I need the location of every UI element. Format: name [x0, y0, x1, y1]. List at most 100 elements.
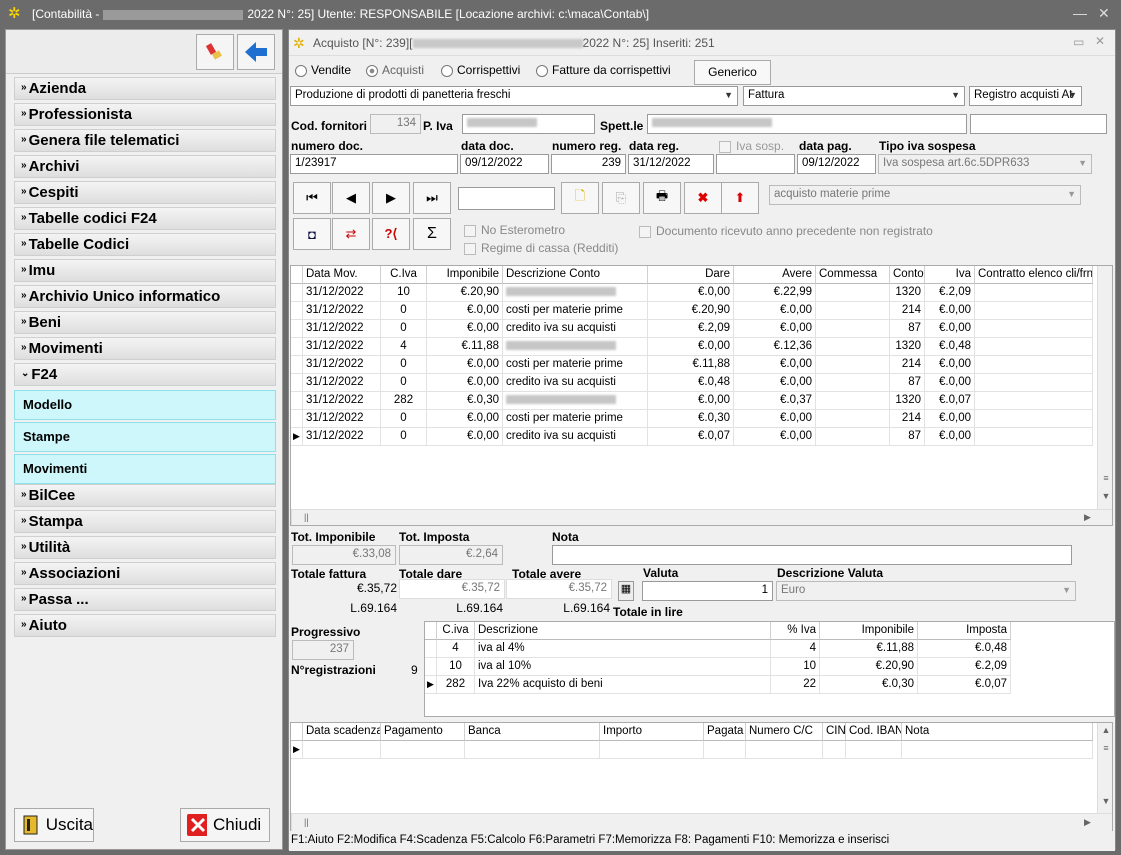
new-record-button[interactable]: 🗋 [561, 182, 599, 214]
close-window-icon[interactable]: ✕ [1098, 5, 1110, 22]
scroll-right-icon[interactable]: ▶ [1084, 512, 1091, 523]
sidebar-item-3[interactable]: » Archivi [14, 155, 276, 178]
column-header[interactable]: C.Iva [381, 266, 427, 284]
next-record-button[interactable]: ▶ [372, 182, 410, 214]
sidebar-item-after-0[interactable]: » BilCee [14, 484, 276, 507]
no-esterometro-checkbox[interactable]: No Esterometro [464, 223, 565, 237]
up-arrow-button[interactable]: ⬆ [721, 182, 759, 214]
column-header[interactable]: Iva [925, 266, 975, 284]
sidebar-item-after-2[interactable]: » Utilità [14, 536, 276, 559]
close-button[interactable]: Chiudi [180, 808, 270, 842]
register-select[interactable]: Registro acquisti At [969, 86, 1082, 106]
sidebar-item-after-5[interactable]: » Aiuto [14, 614, 276, 637]
column-header[interactable]: Descrizione Conto [503, 266, 648, 284]
column-header[interactable]: Descrizione [475, 622, 771, 640]
scroll-down-icon[interactable]: ▼ [1098, 491, 1112, 501]
search-record-field[interactable] [458, 187, 555, 210]
payments-hscroll[interactable]: || ▶ [291, 813, 1112, 831]
column-header[interactable]: Imponibile [427, 266, 503, 284]
activity-select[interactable]: Produzione di prodotti di panetteria fre… [290, 86, 738, 106]
cod-fornitori-field[interactable]: 134 [370, 114, 421, 134]
sum-button[interactable]: Σ [413, 218, 451, 250]
sidebar-item-10[interactable]: » Movimenti [14, 337, 276, 360]
column-header[interactable]: Imponibile [820, 622, 918, 640]
brush-button[interactable] [196, 34, 234, 70]
data-pag-field[interactable]: 09/12/2022 [797, 154, 876, 174]
scroll-right-icon[interactable]: ▶ [1084, 817, 1091, 828]
sidebar-item-7[interactable]: » Imu [14, 259, 276, 282]
movements-vscroll[interactable]: ≡ ▼ [1097, 266, 1112, 509]
nota-field[interactable] [552, 545, 1072, 565]
progressivo-field[interactable]: 237 [292, 640, 354, 660]
column-header[interactable]: Conto [890, 266, 925, 284]
regime-cassa-checkbox[interactable]: Regime di cassa (Redditi) [464, 241, 618, 255]
prev-record-button[interactable]: ◀ [332, 182, 370, 214]
hscroll-thumb[interactable]: || [304, 512, 309, 522]
sidebar-item-6[interactable]: » Tabelle Codici [14, 233, 276, 256]
causale-select[interactable]: acquisto materie prime [769, 185, 1081, 205]
iva-sosp-checkbox[interactable]: Iva sosp. [719, 139, 784, 153]
payments-vscroll[interactable]: ▲ ≡ ▼ [1097, 723, 1112, 813]
sidebar-item-9[interactable]: » Beni [14, 311, 276, 334]
column-header[interactable]: % Iva [771, 622, 820, 640]
supplier-extra-field[interactable] [970, 114, 1107, 134]
minimize-icon[interactable]: — [1073, 5, 1087, 21]
hscroll-thumb[interactable]: || [304, 817, 309, 827]
first-record-button[interactable]: ⏮ [293, 182, 331, 214]
column-header[interactable]: Dare [648, 266, 734, 284]
square-button[interactable]: ◘ [293, 218, 331, 250]
calculator-button[interactable]: ▦ [618, 581, 634, 601]
help-button[interactable]: ?⟨ [372, 218, 410, 250]
column-header[interactable]: Pagata [704, 723, 746, 741]
column-header[interactable]: Avere [734, 266, 816, 284]
sidebar-item-4[interactable]: » Cespiti [14, 181, 276, 204]
exit-button[interactable]: Uscita [14, 808, 94, 842]
numero-doc-field[interactable]: 1/23917 [290, 154, 458, 174]
close-form-icon[interactable]: ✕ [1095, 34, 1105, 48]
column-header[interactable]: Cod. IBAN [846, 723, 902, 741]
sidebar-item-after-3[interactable]: » Associazioni [14, 562, 276, 585]
doc-type-select[interactable]: Fattura [743, 86, 965, 106]
sidebar-item-11[interactable]: ⌄ F24 [14, 363, 276, 386]
radio-purchases[interactable]: Acquisti [366, 63, 424, 77]
sidebar-subitem-1[interactable]: Stampe [14, 422, 276, 452]
sidebar-item-8[interactable]: » Archivio Unico informatico [14, 285, 276, 308]
sidebar-item-2[interactable]: » Genera file telematici [14, 129, 276, 152]
movements-hscroll[interactable]: || ▶ [291, 509, 1112, 525]
generic-button[interactable]: Generico [694, 60, 771, 85]
column-header[interactable]: Nota [902, 723, 1093, 741]
column-header[interactable]: Commessa [816, 266, 890, 284]
column-header[interactable]: Banca [465, 723, 600, 741]
print-button[interactable]: 🖶 [643, 182, 681, 214]
tot-imponibile-field[interactable]: €.33,08 [292, 545, 396, 565]
restore-icon[interactable]: ▭ [1073, 35, 1084, 49]
iva-sosp-field[interactable] [716, 154, 795, 174]
column-header[interactable]: C.iva [437, 622, 475, 640]
copy-button[interactable]: ⎘ [602, 182, 640, 214]
sidebar-item-0[interactable]: » Azienda [14, 77, 276, 100]
sidebar-subitem-0[interactable]: Modello [14, 390, 276, 420]
column-header[interactable]: Importo [600, 723, 704, 741]
column-header[interactable]: CIN [823, 723, 846, 741]
tot-imposta-field[interactable]: €.2,64 [399, 545, 503, 565]
numero-reg-field[interactable]: 239 [551, 154, 626, 174]
column-header[interactable]: Contratto elenco cli/frn [975, 266, 1093, 284]
sidebar-item-after-4[interactable]: » Passa ... [14, 588, 276, 611]
back-button[interactable] [237, 34, 275, 70]
column-header[interactable]: Data Mov. [303, 266, 381, 284]
transfer-button[interactable]: ⇄ [332, 218, 370, 250]
desc-valuta-select[interactable]: Euro [776, 581, 1076, 601]
doc-ricevuto-checkbox[interactable]: Documento ricevuto anno precedente non r… [639, 224, 933, 238]
radio-fatture-corrispettivi[interactable]: Fatture da corrispettivi [536, 63, 671, 77]
delete-button[interactable]: ✖ [684, 182, 722, 214]
scroll-down-icon[interactable]: ▼ [1098, 796, 1112, 806]
column-header[interactable]: Pagamento [381, 723, 465, 741]
tipo-iva-select[interactable]: Iva sospesa art.6c.5DPR633 [878, 154, 1092, 174]
sidebar-item-1[interactable]: » Professionista [14, 103, 276, 126]
last-record-button[interactable]: ⏭ [413, 182, 451, 214]
piva-field[interactable] [462, 114, 595, 134]
sidebar-item-after-1[interactable]: » Stampa [14, 510, 276, 533]
column-header[interactable]: Numero C/C [746, 723, 823, 741]
radio-sales[interactable]: Vendite [295, 63, 351, 77]
scroll-up-icon[interactable]: ▲ [1098, 725, 1112, 735]
